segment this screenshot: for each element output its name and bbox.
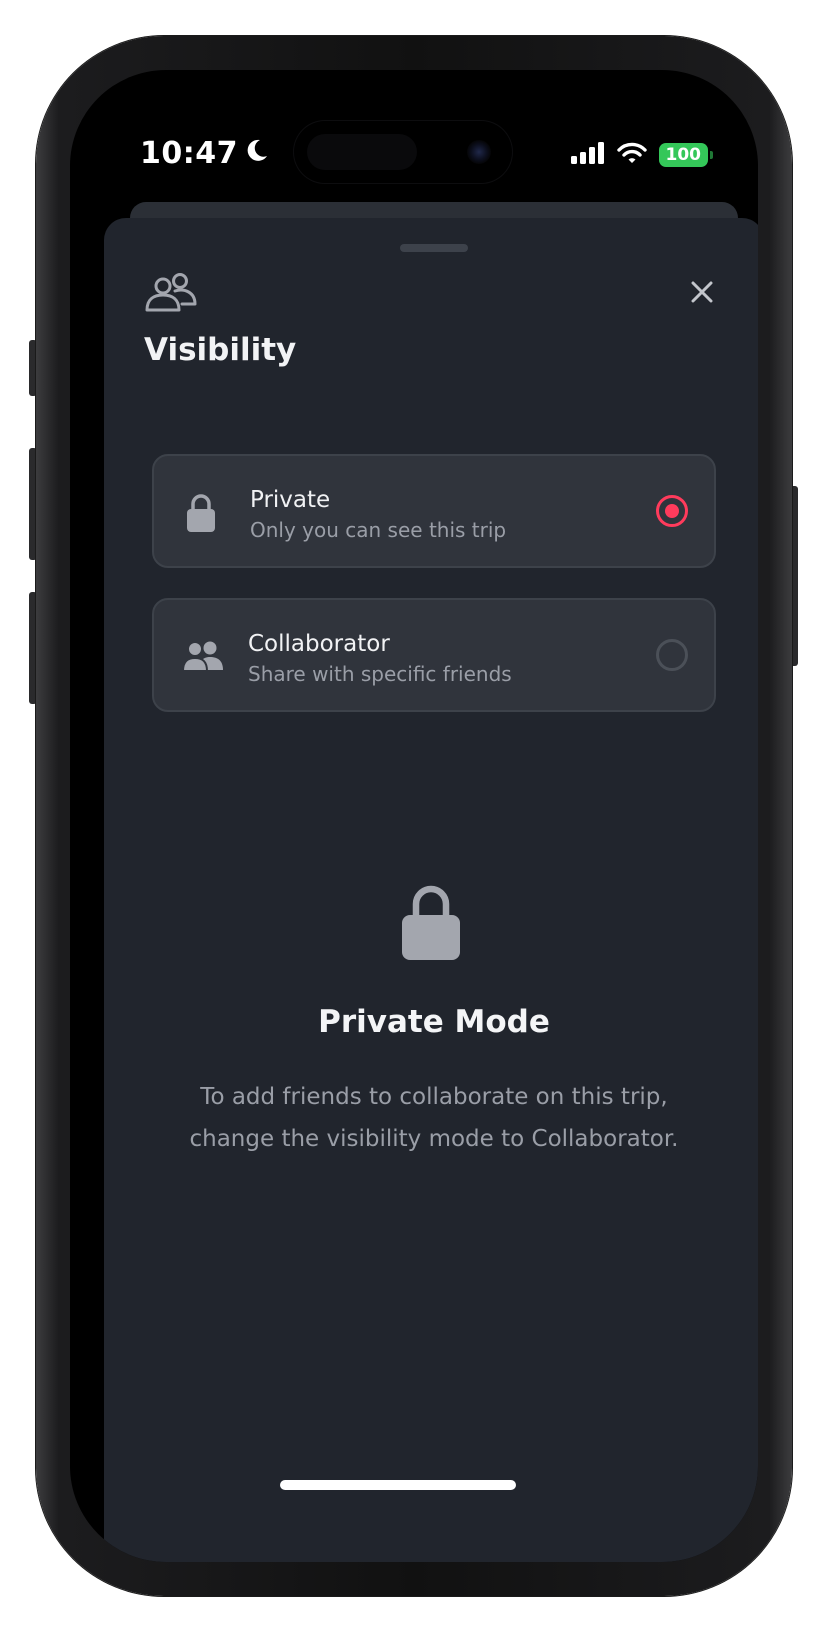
- phone-body: 10:47 100 Visibility Private Only you ca…: [36, 36, 792, 1596]
- lock-icon: [184, 492, 218, 538]
- screen: 10:47 100 Visibility Private Only you ca…: [70, 70, 758, 1562]
- people-outline-icon: [144, 272, 198, 320]
- option-private[interactable]: Private Only you can see this trip: [152, 454, 716, 568]
- radio-unselected[interactable]: [656, 639, 688, 671]
- option-text: Private Only you can see this trip: [250, 486, 506, 544]
- sheet-grabber[interactable]: [400, 244, 468, 252]
- device-frame: 10:47 100 Visibility Private Only you ca…: [0, 0, 828, 1631]
- empty-state-description: To add friends to collaborate on this tr…: [189, 1084, 679, 1152]
- visibility-sheet: Visibility Private Only you can see this…: [104, 218, 758, 1562]
- people-icon: [181, 640, 224, 676]
- option-label: Private: [250, 487, 331, 513]
- battery-icon: 100: [658, 143, 713, 167]
- radio-selected[interactable]: [656, 495, 688, 527]
- lock-icon: [400, 882, 462, 966]
- sheet-title: Visibility: [144, 332, 297, 368]
- close-button[interactable]: [684, 276, 720, 312]
- close-icon: [691, 281, 713, 307]
- dynamic-island: [293, 120, 513, 184]
- moon-icon: [244, 136, 270, 171]
- option-label: Collaborator: [248, 631, 390, 657]
- front-camera: [467, 140, 491, 164]
- option-description: Only you can see this trip: [250, 518, 507, 542]
- option-description: Share with specific friends: [248, 662, 512, 686]
- status-indicators: 100: [570, 142, 713, 168]
- status-time: 10:47: [140, 136, 270, 171]
- empty-state-title: Private Mode: [318, 1004, 550, 1040]
- wifi-icon: [616, 142, 647, 168]
- home-indicator[interactable]: [280, 1480, 516, 1490]
- time-label: 10:47: [140, 136, 238, 171]
- option-text: Collaborator Share with specific friends: [248, 630, 512, 688]
- cellular-signal-icon: [570, 142, 605, 168]
- option-collaborator[interactable]: Collaborator Share with specific friends: [152, 598, 716, 712]
